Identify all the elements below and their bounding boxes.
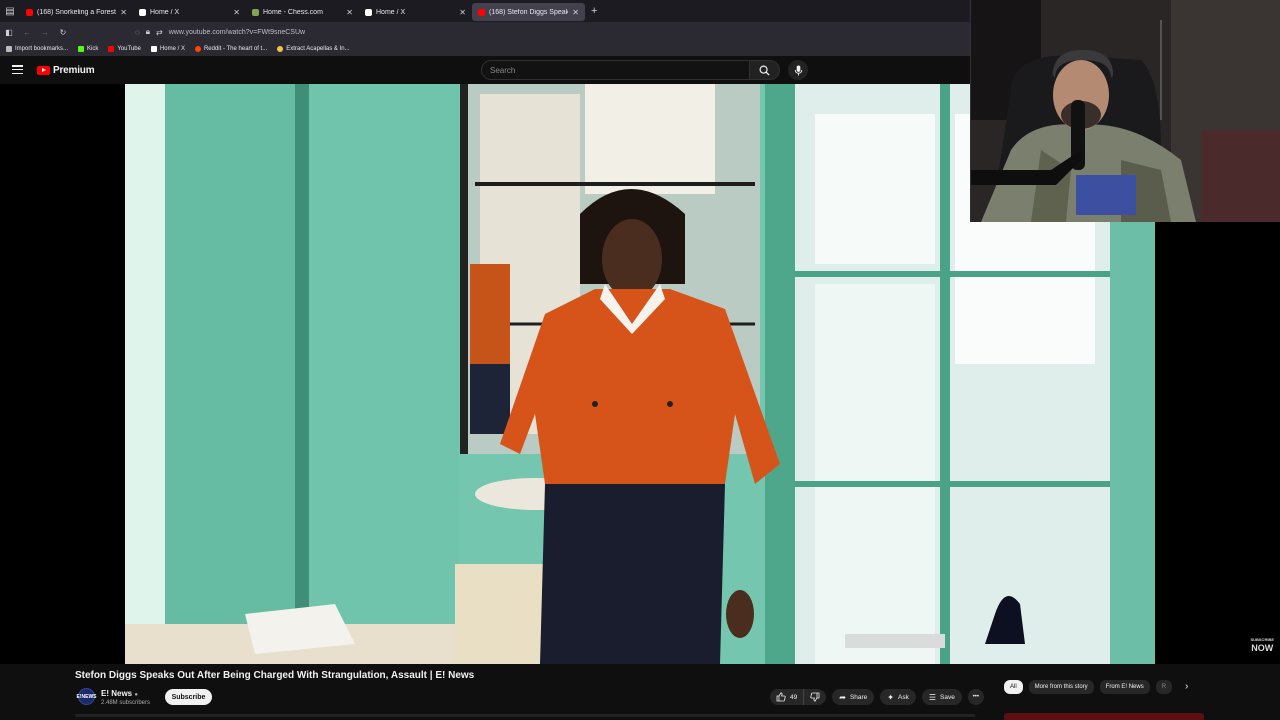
save-label: Save — [940, 693, 955, 701]
youtube-icon — [108, 46, 115, 52]
like-button[interactable]: 49 — [770, 689, 805, 705]
x-favicon-icon — [365, 8, 372, 16]
forward-icon[interactable]: → — [36, 28, 54, 37]
ask-label: Ask — [898, 693, 909, 701]
reddit-icon — [194, 46, 201, 52]
browser-tab[interactable]: Home / X ✕ — [133, 3, 246, 21]
subscribe-button[interactable]: Subscribe — [165, 689, 212, 705]
new-tab-icon[interactable]: + — [591, 5, 597, 17]
subscriber-count: 2.48M subscribers — [101, 700, 151, 706]
youtube-play-icon — [37, 66, 50, 75]
bookmark-label: YouTube — [117, 46, 141, 52]
channel-name-text: E! News — [101, 689, 133, 698]
kick-icon — [78, 46, 85, 52]
sidebar-toggle-icon[interactable]: ◧ — [0, 28, 18, 37]
chip-from-channel[interactable]: From E! News — [1099, 680, 1150, 694]
url-text: www.youtube.com/watch?v=FWt9sneCSUw — [168, 28, 306, 36]
close-tab-icon[interactable]: ✕ — [572, 8, 579, 17]
hamburger-menu-icon[interactable] — [12, 65, 23, 74]
bookmark-item[interactable]: Kick — [78, 46, 98, 52]
like-dislike-group: 49 — [770, 689, 827, 705]
chess-favicon-icon — [252, 8, 259, 16]
share-icon: ➦ — [839, 692, 846, 702]
x-icon — [150, 46, 157, 52]
bookmark-label: Home / X — [159, 46, 185, 52]
like-count: 49 — [790, 693, 798, 701]
shield-icon[interactable]: ◌ — [135, 28, 140, 37]
webcam-overlay — [970, 0, 1280, 222]
x-favicon-icon — [139, 8, 146, 16]
bookmark-label: Import bookmarks... — [15, 46, 69, 52]
save-playlist-icon: ☰ — [928, 692, 937, 702]
microphone-icon — [794, 64, 802, 76]
brand-label: Premium — [53, 65, 95, 76]
search-input[interactable]: Search — [481, 60, 750, 80]
browser-tab[interactable]: Home / X ✕ — [359, 3, 472, 21]
tab-title: Home - Chess.com — [263, 8, 323, 16]
tab-title: (168) Stefon Diggs Speaks — [489, 8, 569, 16]
webcam-feed-image — [971, 0, 1280, 222]
sparkle-icon: ✦ — [887, 692, 894, 702]
bookmark-label: Extract Acapellas & In... — [286, 46, 350, 52]
save-button[interactable]: ☰ Save — [921, 689, 962, 705]
permissions-icon[interactable]: ⇄ — [156, 28, 163, 37]
close-tab-icon[interactable]: ✕ — [346, 8, 353, 17]
share-label: Share — [849, 693, 868, 701]
acapella-icon — [277, 46, 284, 52]
channel-avatar[interactable]: E!NEWS — [77, 688, 97, 705]
recommendation-thumbnail[interactable] — [1004, 713, 1204, 720]
bookmark-item[interactable]: Import bookmarks... — [6, 46, 68, 52]
close-tab-icon[interactable]: ✕ — [459, 8, 466, 17]
channel-name[interactable]: E! News ● — [101, 689, 138, 698]
share-button[interactable]: ➦ Share — [832, 689, 875, 705]
chevron-right-icon[interactable]: › — [1185, 681, 1188, 692]
video-title: Stefon Diggs Speaks Out After Being Char… — [75, 670, 475, 681]
search-placeholder: Search — [490, 65, 516, 75]
bookmark-item[interactable]: Reddit - The heart of t... — [194, 46, 268, 52]
reload-icon[interactable]: ↻ — [54, 28, 72, 37]
bookmark-item[interactable]: YouTube — [108, 46, 141, 52]
tab-list-icon[interactable]: ▤ — [0, 0, 20, 22]
dislike-button[interactable] — [804, 689, 826, 705]
chip-partial[interactable]: R — [1155, 680, 1173, 694]
tab-title: Home / X — [376, 8, 406, 16]
tab-title: (168) Snorkeling a Forest Creek — [37, 8, 116, 16]
voice-search-button[interactable] — [788, 60, 808, 80]
watermark-big-text: NOW — [1251, 643, 1274, 653]
ask-button[interactable]: ✦ Ask — [880, 689, 916, 705]
youtube-favicon-icon — [26, 8, 33, 16]
browser-tab[interactable]: (168) Snorkeling a Forest Creek ✕ — [20, 3, 133, 21]
back-icon[interactable]: ← — [18, 28, 36, 37]
more-icon: ••• — [972, 694, 979, 700]
subscribe-watermark[interactable]: SUBSCRIBE NOW — [1250, 636, 1274, 653]
chip-more-from-story[interactable]: More from this story — [1028, 680, 1094, 694]
action-bar: 49 ➦ Share ✦ Ask ☰ Save ••• — [770, 689, 984, 705]
recommendation-chips: All More from this story From E! News R — [1004, 680, 1178, 694]
tab-title: Home / X — [150, 8, 180, 16]
youtube-logo[interactable]: Premium — [37, 65, 95, 76]
bookmark-item[interactable]: Extract Acapellas & In... — [277, 46, 350, 52]
browser-tab-active[interactable]: (168) Stefon Diggs Speaks ✕ — [472, 3, 585, 21]
page-divider — [75, 714, 975, 717]
lock-icon[interactable]: 🔒︎ — [146, 27, 150, 37]
more-actions-button[interactable]: ••• — [967, 689, 984, 705]
import-icon — [6, 46, 12, 52]
search-icon — [759, 65, 770, 76]
thumbs-up-icon — [776, 692, 786, 702]
browser-tab[interactable]: Home - Chess.com ✕ — [246, 3, 359, 21]
bookmark-label: Kick — [87, 46, 99, 52]
search-button[interactable] — [750, 60, 780, 80]
address-bar[interactable]: ◌ 🔒︎ ⇄ www.youtube.com/watch?v=FWt9sneCS… — [135, 24, 970, 40]
thumbs-down-icon — [810, 692, 820, 702]
close-tab-icon[interactable]: ✕ — [233, 8, 240, 17]
youtube-favicon-icon — [478, 8, 485, 16]
verified-icon: ● — [134, 692, 138, 698]
chip-all[interactable]: All — [1004, 680, 1023, 694]
bookmark-item[interactable]: Home / X — [150, 46, 185, 52]
video-info: Stefon Diggs Speaks Out After Being Char… — [0, 664, 1280, 720]
bookmark-label: Reddit - The heart of t... — [203, 46, 268, 52]
close-tab-icon[interactable]: ✕ — [120, 8, 127, 17]
